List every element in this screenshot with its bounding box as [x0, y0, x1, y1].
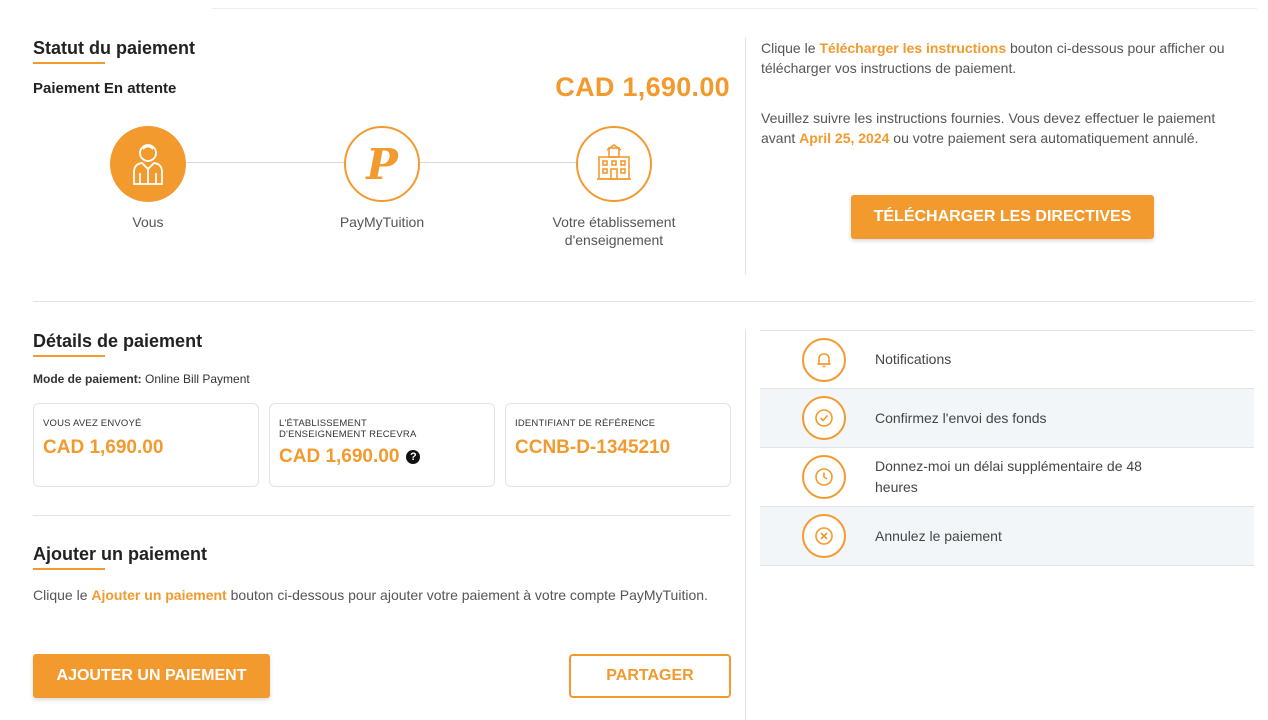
payment-mode: Mode de paiement: Online Bill Payment [33, 372, 250, 386]
instructions-link-text: Télécharger les instructions [819, 40, 1007, 56]
vertical-divider [745, 38, 746, 274]
section-divider [33, 515, 731, 516]
action-cancel-payment[interactable]: Annulez le paiement [760, 507, 1254, 566]
sent-amount-card: VOUS AVEZ ENVOYÉ CAD 1,690.00 [33, 403, 259, 487]
instructions-text: Clique le Télécharger les instructions b… [761, 40, 1225, 76]
payment-amount: CAD 1,690.00 [555, 72, 730, 102]
download-instructions-button[interactable]: TÉLÉCHARGER LES DIRECTIVES [851, 195, 1154, 239]
cancel-icon [802, 514, 846, 558]
actions-list: Notifications Confirmez l'envoi des fond… [760, 330, 1254, 566]
add-payment-title: Ajouter un paiement [33, 544, 207, 570]
deadline-text: Veuillez suivre les instructions fournie… [761, 110, 1216, 146]
paymytuition-logo: P [344, 126, 420, 202]
bell-icon [802, 337, 846, 382]
person-icon [110, 126, 186, 202]
progress-connector [186, 162, 344, 163]
vertical-divider [745, 330, 746, 720]
share-button[interactable]: PARTAGER [569, 654, 731, 698]
action-extend-deadline[interactable]: Donnez-moi un délai supplémentaire de 48… [760, 448, 1254, 507]
action-notifications[interactable]: Notifications [760, 330, 1254, 389]
add-payment-button[interactable]: AJOUTER UN PAIEMENT [33, 654, 270, 698]
payment-status-text: Paiement En attente [33, 80, 177, 97]
top-border [212, 8, 1257, 9]
check-icon [802, 396, 846, 440]
progress-connector [420, 162, 576, 163]
status-title: Statut du paiement [33, 38, 195, 64]
section-divider [33, 301, 1253, 302]
help-icon[interactable]: ? [406, 450, 421, 464]
deadline-date: April 25, 2024 [799, 130, 890, 146]
svg-text:P: P [365, 141, 399, 187]
step-label-you: Vous [132, 214, 164, 230]
clock-icon [802, 455, 846, 499]
step-label-paymytuition: PayMyTuition [339, 214, 425, 230]
school-building-icon [576, 126, 652, 202]
details-title: Détails de paiement [33, 331, 202, 357]
reference-id-card: IDENTIFIANT DE RÉFÉRENCE CCNB-D-1345210 [505, 403, 731, 487]
step-label-institution: Votre établissement d'enseignement [552, 214, 676, 248]
add-payment-text: Clique le Ajouter un paiement bouton ci-… [33, 587, 708, 603]
action-confirm-funds[interactable]: Confirmez l'envoi des fonds [760, 389, 1254, 448]
institution-receives-card: L'ÉTABLISSEMENT D'ENSEIGNEMENT RECEVRA C… [269, 403, 495, 487]
